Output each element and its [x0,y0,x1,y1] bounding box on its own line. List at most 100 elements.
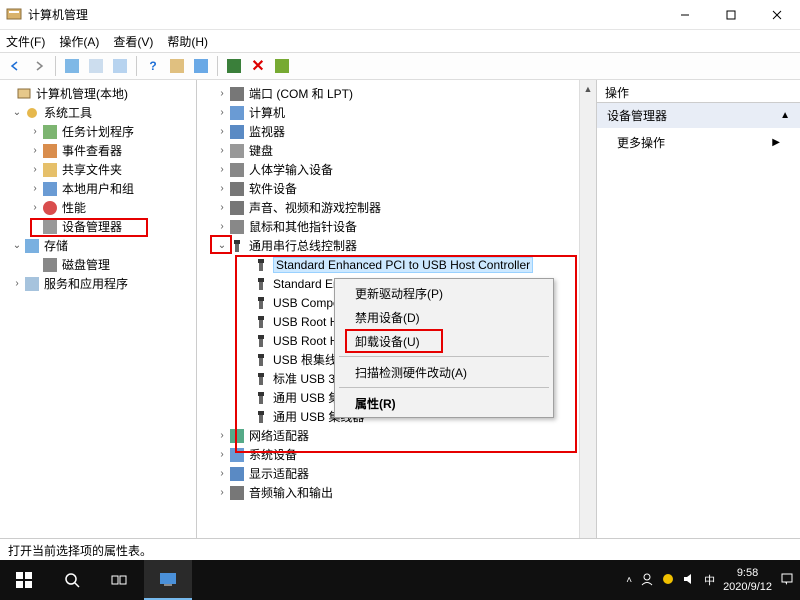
usb-plug-icon [253,257,269,273]
search-button[interactable] [48,560,96,600]
cat-system-devices[interactable]: ›系统设备 [197,445,596,464]
ctx-update-driver[interactable]: 更新驱动程序(P) [337,281,551,305]
ctx-uninstall[interactable]: 卸载设备(U) [337,329,551,353]
usb-item[interactable]: Standard Enhanced PCI to USB Host Contro… [197,255,596,274]
menu-action[interactable]: 操作(A) [59,33,99,50]
tree-services[interactable]: ›服务和应用程序 [0,274,196,293]
start-button[interactable] [0,560,48,600]
usb-plug-icon [253,276,269,292]
tree-performance[interactable]: ›性能 [0,198,196,217]
cat-hid[interactable]: ›人体学输入设备 [197,160,596,179]
keyboard-icon [229,143,245,159]
taskbar-clock[interactable]: 9:58 2020/9/12 [723,566,772,594]
tree-local-users[interactable]: ›本地用户和组 [0,179,196,198]
cat-usb[interactable]: ⌄通用串行总线控制器 [197,236,596,255]
props-icon[interactable] [166,55,188,77]
tray-chevron-icon[interactable]: ˄ [626,575,632,586]
computer-mgmt-icon [16,86,32,102]
tree-shared-folders[interactable]: ›共享文件夹 [0,160,196,179]
close-button[interactable] [754,0,800,30]
maximize-button[interactable] [708,0,754,30]
menu-bar: 文件(F) 操作(A) 查看(V) 帮助(H) [0,30,800,52]
notification-icon[interactable] [780,572,794,589]
chevron-right-icon: ▶ [772,137,780,148]
tree-event-viewer[interactable]: ›事件查看器 [0,141,196,160]
cat-computers[interactable]: ›计算机 [197,103,596,122]
wrench-icon [24,105,40,121]
taskbar: ˄ 中 9:58 2020/9/12 [0,560,800,600]
cat-firmware[interactable]: ›软件设备 [197,179,596,198]
menu-view[interactable]: 查看(V) [113,33,153,50]
cat-mice[interactable]: ›鼠标和其他指针设备 [197,217,596,236]
tree-disk-mgmt[interactable]: 磁盘管理 [0,255,196,274]
tray-shield-icon[interactable] [662,572,674,589]
ctx-properties[interactable]: 属性(R) [337,391,551,415]
device-mgr-icon [42,219,58,235]
monitor-icon[interactable] [190,55,212,77]
app-icon [6,7,22,23]
firmware-icon [229,181,245,197]
toolbar-copy-icon[interactable] [85,55,107,77]
clock-icon [42,124,58,140]
cat-audio-io[interactable]: ›音频输入和输出 [197,483,596,502]
display-icon [229,466,245,482]
cat-network[interactable]: ›网络适配器 [197,426,596,445]
usb-plug-icon [253,409,269,425]
help-icon[interactable]: ? [142,55,164,77]
sysdev-icon [229,447,245,463]
tray-ime[interactable]: 中 [704,572,715,588]
mouse-icon [229,219,245,235]
forward-button[interactable] [28,55,50,77]
menu-file[interactable]: 文件(F) [6,33,45,50]
storage-icon [24,238,40,254]
tray-volume-icon[interactable] [682,572,696,589]
cat-keyboards[interactable]: ›键盘 [197,141,596,160]
tree-device-manager[interactable]: 设备管理器 [0,217,196,236]
scan-hw-icon[interactable] [223,55,245,77]
actions-more[interactable]: 更多操作 ▶ [597,128,800,157]
usb-plug-icon [253,371,269,387]
remove-icon[interactable]: ✕ [247,55,269,77]
scrollbar-vertical[interactable]: ▲ [579,80,596,538]
tray-people-icon[interactable] [640,572,654,589]
left-tree-pane: 计算机管理(本地) ⌄系统工具 ›任务计划程序 ›事件查看器 ›共享文件夹 ›本… [0,80,197,538]
cat-sound[interactable]: ›声音、视频和游戏控制器 [197,198,596,217]
event-icon [42,143,58,159]
disk-icon [42,257,58,273]
menu-help[interactable]: 帮助(H) [167,33,208,50]
context-menu: 更新驱动程序(P) 禁用设备(D) 卸载设备(U) 扫描检测硬件改动(A) 属性… [334,278,554,418]
cat-display[interactable]: ›显示适配器 [197,464,596,483]
perf-icon [42,200,58,216]
tree-root[interactable]: 计算机管理(本地) [0,84,196,103]
services-icon [24,276,40,292]
status-bar: 打开当前选择项的属性表。 [0,538,800,560]
hid-icon [229,162,245,178]
taskbar-app[interactable] [144,560,192,600]
back-button[interactable] [4,55,26,77]
taskview-button[interactable] [96,560,144,600]
collapse-icon[interactable]: ▲ [780,110,790,121]
toolbar-paste-icon[interactable] [109,55,131,77]
title-bar: 计算机管理 [0,0,800,30]
actions-header: 操作 [597,80,800,103]
ctx-scan[interactable]: 扫描检测硬件改动(A) [337,360,551,384]
speaker-icon [229,200,245,216]
usb-plug-icon [253,333,269,349]
window-title: 计算机管理 [28,6,662,23]
users-icon [42,181,58,197]
cat-ports[interactable]: ›端口 (COM 和 LPT) [197,84,596,103]
minimize-button[interactable] [662,0,708,30]
toolbar-cut-icon[interactable] [61,55,83,77]
usb-plug-icon [253,314,269,330]
computer-icon [229,105,245,121]
actions-section[interactable]: 设备管理器 ▲ [597,103,800,128]
tree-task-scheduler[interactable]: ›任务计划程序 [0,122,196,141]
ctx-disable[interactable]: 禁用设备(D) [337,305,551,329]
tree-system-tools[interactable]: ⌄系统工具 [0,103,196,122]
tree-storage[interactable]: ⌄存储 [0,236,196,255]
actions-pane: 操作 设备管理器 ▲ 更多操作 ▶ [597,80,800,538]
cat-monitors[interactable]: ›监视器 [197,122,596,141]
toolbar: ? ✕ [0,52,800,80]
refresh-icon[interactable] [271,55,293,77]
usb-plug-icon [253,352,269,368]
